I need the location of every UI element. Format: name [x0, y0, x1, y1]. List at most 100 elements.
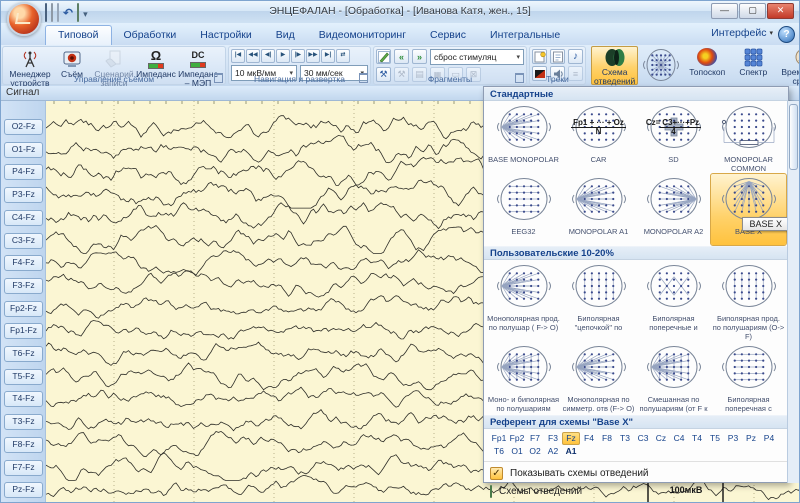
- add-track-icon[interactable]: [532, 49, 547, 64]
- montage-item-биполярная-поперечная-с[interactable]: Биполярная поперечная с: [711, 342, 786, 414]
- tab-интегральные[interactable]: Интегральные: [478, 26, 572, 45]
- electrode-cz[interactable]: Cz: [652, 432, 670, 445]
- electrode-c3[interactable]: C3: [634, 432, 652, 445]
- electrode-f8[interactable]: F8: [598, 432, 616, 445]
- tab-сервис[interactable]: Сервис: [418, 26, 478, 45]
- electrode-t4[interactable]: T4: [688, 432, 706, 445]
- fragment-end-icon[interactable]: »: [412, 49, 427, 64]
- montage-item-моно-и-биполярная-по-полушариям[interactable]: Моно- и биполярная по полушариям: [486, 342, 561, 414]
- current-montage-button[interactable]: [638, 46, 684, 85]
- tab-видеомониторинг[interactable]: Видеомониторинг: [307, 26, 418, 45]
- montage-item-sd[interactable]: Cz=C3+···+Pz4SD: [636, 102, 711, 174]
- channel-button-o1-fz[interactable]: O1-Fz: [4, 142, 43, 158]
- dialog-launcher-icon[interactable]: [515, 73, 524, 83]
- electrode-f4[interactable]: F4: [580, 432, 598, 445]
- channel-button-p3-fz[interactable]: P3-Fz: [4, 187, 43, 203]
- montage-item-монополярная-по-симметр-отв-f-o[interactable]: Монополярная по симметр. отв (F-> O): [561, 342, 636, 414]
- electrode-p4[interactable]: P4: [760, 432, 778, 445]
- tab-вид[interactable]: Вид: [264, 26, 307, 45]
- montage-item-monopolar-a2[interactable]: MONOPOLAR A2: [636, 174, 711, 245]
- edit-fragment-icon[interactable]: [376, 49, 391, 64]
- channel-button-fp2-fz[interactable]: Fp2-Fz: [4, 301, 43, 317]
- channel-button-f8-fz[interactable]: F8-Fz: [4, 437, 43, 453]
- montage-item-monopolar-a1[interactable]: MONOPOLAR A1: [561, 174, 636, 245]
- montage-head-icon: [569, 263, 629, 314]
- help-icon[interactable]: ?: [778, 26, 795, 43]
- montage-item-биполярная-прод-по-полушариям-o-f[interactable]: Биполярная прод. по полушариям (O-> F): [711, 261, 786, 342]
- play-icon[interactable]: ▶: [276, 49, 290, 63]
- fast-back-icon[interactable]: ◀◀: [246, 49, 260, 63]
- electrode-pz[interactable]: Pz: [742, 432, 760, 445]
- channel-button-o2-fz[interactable]: O2-Fz: [4, 119, 43, 135]
- stimulus-select[interactable]: сброс стимуляц▾: [430, 49, 524, 65]
- channel-button-c3-fz[interactable]: C3-Fz: [4, 233, 43, 249]
- button-спектр[interactable]: Спектр: [730, 46, 776, 85]
- electrode-fp2[interactable]: Fp2: [508, 432, 526, 445]
- fragment-start-icon[interactable]: «: [394, 49, 409, 64]
- go-last-icon[interactable]: ▶|: [321, 49, 335, 63]
- electrode-a1[interactable]: A1: [562, 445, 580, 458]
- title-bar: ↶▾ ЭНЦЕФАЛАН - [Обработка] - [Иванова Ка…: [1, 1, 799, 24]
- menu-item-показывать-схемы-отведений[interactable]: ✓Показывать схемы отведений: [484, 464, 788, 482]
- channel-button-t6-fz[interactable]: T6-Fz: [4, 346, 43, 362]
- audio-track-icon[interactable]: ♪: [568, 49, 583, 64]
- montage-item-monopolar-common[interactable]: MONOPOLAR COMMON: [711, 102, 786, 174]
- button-временные-срезы[interactable]: Временные срезы: [776, 46, 800, 85]
- close-button[interactable]: ✕: [767, 3, 794, 19]
- dialog-launcher-icon[interactable]: [359, 73, 368, 83]
- maximize-button[interactable]: ▢: [739, 3, 766, 19]
- step-forward-icon[interactable]: |▶: [291, 49, 305, 63]
- electrode-f7[interactable]: F7: [526, 432, 544, 445]
- montage-item-eeg32[interactable]: EEG32: [486, 174, 561, 245]
- tab-обработки[interactable]: Обработки: [112, 26, 189, 45]
- omega-icon: Ω: [148, 49, 164, 69]
- channel-button-f7-fz[interactable]: F7-Fz: [4, 460, 43, 476]
- montage-item-биполярная-поперечные-и[interactable]: Биполярная поперечные и: [636, 261, 711, 342]
- montage-item-монополярная-прод-по-полушар-f-o[interactable]: Монополярная прод. по полушар ( F-> O): [486, 261, 561, 342]
- toposcope-icon: [697, 47, 717, 67]
- montage-head-icon: [644, 263, 704, 314]
- electrode-t3[interactable]: T3: [616, 432, 634, 445]
- minimize-button[interactable]: —: [711, 3, 738, 19]
- channel-button-c4-fz[interactable]: C4-Fz: [4, 210, 43, 226]
- electrode-fz[interactable]: Fz: [562, 432, 580, 445]
- step-back-icon[interactable]: ◀|: [261, 49, 275, 63]
- montage-item-смешанная-по-полушариям-от-f-к[interactable]: Смешанная по полушариям (от F к: [636, 342, 711, 414]
- electrode-o1[interactable]: O1: [508, 445, 526, 458]
- montage-item-base-monopolar[interactable]: BASE MONOPOLAR: [486, 102, 561, 174]
- track-icon[interactable]: [550, 49, 565, 64]
- montage-item-base-x[interactable]: BASE XBASE X: [711, 174, 786, 245]
- tab-настройки[interactable]: Настройки: [188, 26, 264, 45]
- montage-item-car[interactable]: Fp1 + ··· + OzNCAR: [561, 102, 636, 174]
- electrode-o2[interactable]: O2: [526, 445, 544, 458]
- app-logo-orb[interactable]: [7, 2, 41, 36]
- fit-screen-icon[interactable]: ⇄: [336, 49, 350, 63]
- channel-button-t4-fz[interactable]: T4-Fz: [4, 391, 43, 407]
- dialog-launcher-icon[interactable]: [214, 73, 223, 83]
- electrode-t6[interactable]: T6: [490, 445, 508, 458]
- electrode-t5[interactable]: T5: [706, 432, 724, 445]
- electrode-fp1[interactable]: Fp1: [490, 432, 508, 445]
- scrollbar-thumb[interactable]: [789, 104, 798, 170]
- channel-button-f3-fz[interactable]: F3-Fz: [4, 278, 43, 294]
- go-first-icon[interactable]: |◀: [231, 49, 245, 63]
- montage-item-биполярная-цепочкой-по[interactable]: Биполярная "цепочкой" по: [561, 261, 636, 342]
- montage-scheme-button[interactable]: Схема отведений▾: [591, 46, 638, 85]
- channel-button-fp1-fz[interactable]: Fp1-Fz: [4, 323, 43, 339]
- tab-типовой[interactable]: Типовой: [45, 25, 112, 45]
- fast-forward-icon[interactable]: ▶▶: [306, 49, 320, 63]
- electrode-p3[interactable]: P3: [724, 432, 742, 445]
- channel-button-t3-fz[interactable]: T3-Fz: [4, 414, 43, 430]
- electrode-f3[interactable]: F3: [544, 432, 562, 445]
- electrode-c4[interactable]: C4: [670, 432, 688, 445]
- button-топоскоп[interactable]: Топоскоп: [684, 46, 730, 85]
- montage-formula: Fp1 + ··· + OzN: [561, 118, 636, 136]
- channel-button-t5-fz[interactable]: T5-Fz: [4, 369, 43, 385]
- interface-menu[interactable]: Интерфейс ▾: [711, 27, 773, 39]
- channel-button-f4-fz[interactable]: F4-Fz: [4, 255, 43, 271]
- channel-button-p4-fz[interactable]: P4-Fz: [4, 164, 43, 180]
- menu-item-схемы-отведений[interactable]: Схемы отведений: [484, 482, 788, 500]
- vertical-scrollbar[interactable]: [787, 101, 799, 483]
- channel-button-pz-fz[interactable]: Pz-Fz: [4, 482, 43, 498]
- electrode-a2[interactable]: A2: [544, 445, 562, 458]
